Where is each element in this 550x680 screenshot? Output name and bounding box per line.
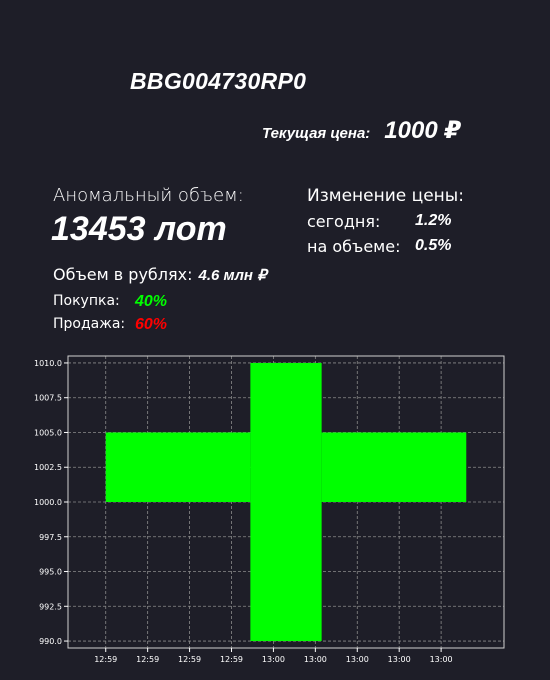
y-tick-label: 997.5 [39,533,62,542]
price-change-today-label: сегодня: [307,212,381,231]
anomalous-volume-value: 13453 лот [51,210,227,248]
x-tick-label: 13:00 [388,655,411,664]
y-tick-label: 1000.0 [34,498,62,507]
price-change-today-row: сегодня: 1.2% [307,212,451,231]
bar [105,432,251,502]
price-change-volume-label: на объеме: [307,237,401,256]
y-tick-label: 1005.0 [34,428,62,437]
x-tick-label: 12:59 [136,655,159,664]
y-tick-label: 992.5 [39,602,62,611]
y-tick-label: 1010.0 [34,359,62,368]
x-tick-label: 12:59 [220,655,243,664]
y-tick-label: 990.0 [39,637,62,646]
sell-label: Продажа: [53,316,126,332]
y-tick-label: 1002.5 [34,463,62,472]
buy-value: 40% [135,293,168,310]
volume-rub-row: Объем в рублях: 4.6 млн ₽ [53,265,267,284]
x-axis-ticks: 12:59 12:59 12:59 12:59 13:00 13:00 13:00 13:00… [94,648,453,664]
y-tick-label: 1007.5 [34,394,62,403]
sell-row: Продажа: 60% [53,316,167,333]
x-tick-label: 13:00 [304,655,327,664]
ticker-title: BBG004730RP0 [130,68,307,94]
page: BBG004730RP0 Текущая цена: 1000 ₽ Аномал… [0,0,550,680]
x-tick-label: 12:59 [94,655,117,664]
y-tick-label: 995.0 [39,568,62,577]
buy-label: Покупка: [53,293,120,309]
x-tick-label: 13:00 [430,655,453,664]
buy-row: Покупка: 40% [53,293,167,310]
x-tick-label: 13:00 [346,655,369,664]
current-price-row: Текущая цена: 1000 ₽ [262,116,461,145]
y-axis-ticks: 990.0 992.5 995.0 997.5 1000.0 1002.5 1005.0 10… [34,359,68,646]
price-change-today-value: 1.2% [415,212,452,229]
bar [250,362,322,642]
price-chart-svg: 990.0 992.5 995.0 997.5 1000.0 1002.5 1005.0 10… [34,355,505,664]
x-tick-label: 12:59 [178,655,201,664]
anomalous-volume-label: Аномальный объем: [53,185,244,206]
volume-rub-label: Объем в рублях: [53,265,193,284]
price-change-volume-value: 0.5% [415,237,452,254]
x-tick-label: 13:00 [262,655,285,664]
volume-rub-value: 4.6 млн ₽ [198,267,267,284]
price-change-volume-row: на объеме: 0.5% [307,237,451,256]
price-change-title: Изменение цены: [307,186,464,206]
bar [321,432,467,502]
current-price-value: 1000 ₽ [384,117,462,144]
sell-value: 60% [135,316,168,333]
price-chart: 990.0 992.5 995.0 997.5 1000.0 1002.5 1005.0 10… [0,350,550,680]
current-price-label: Текущая цена: [262,125,371,142]
